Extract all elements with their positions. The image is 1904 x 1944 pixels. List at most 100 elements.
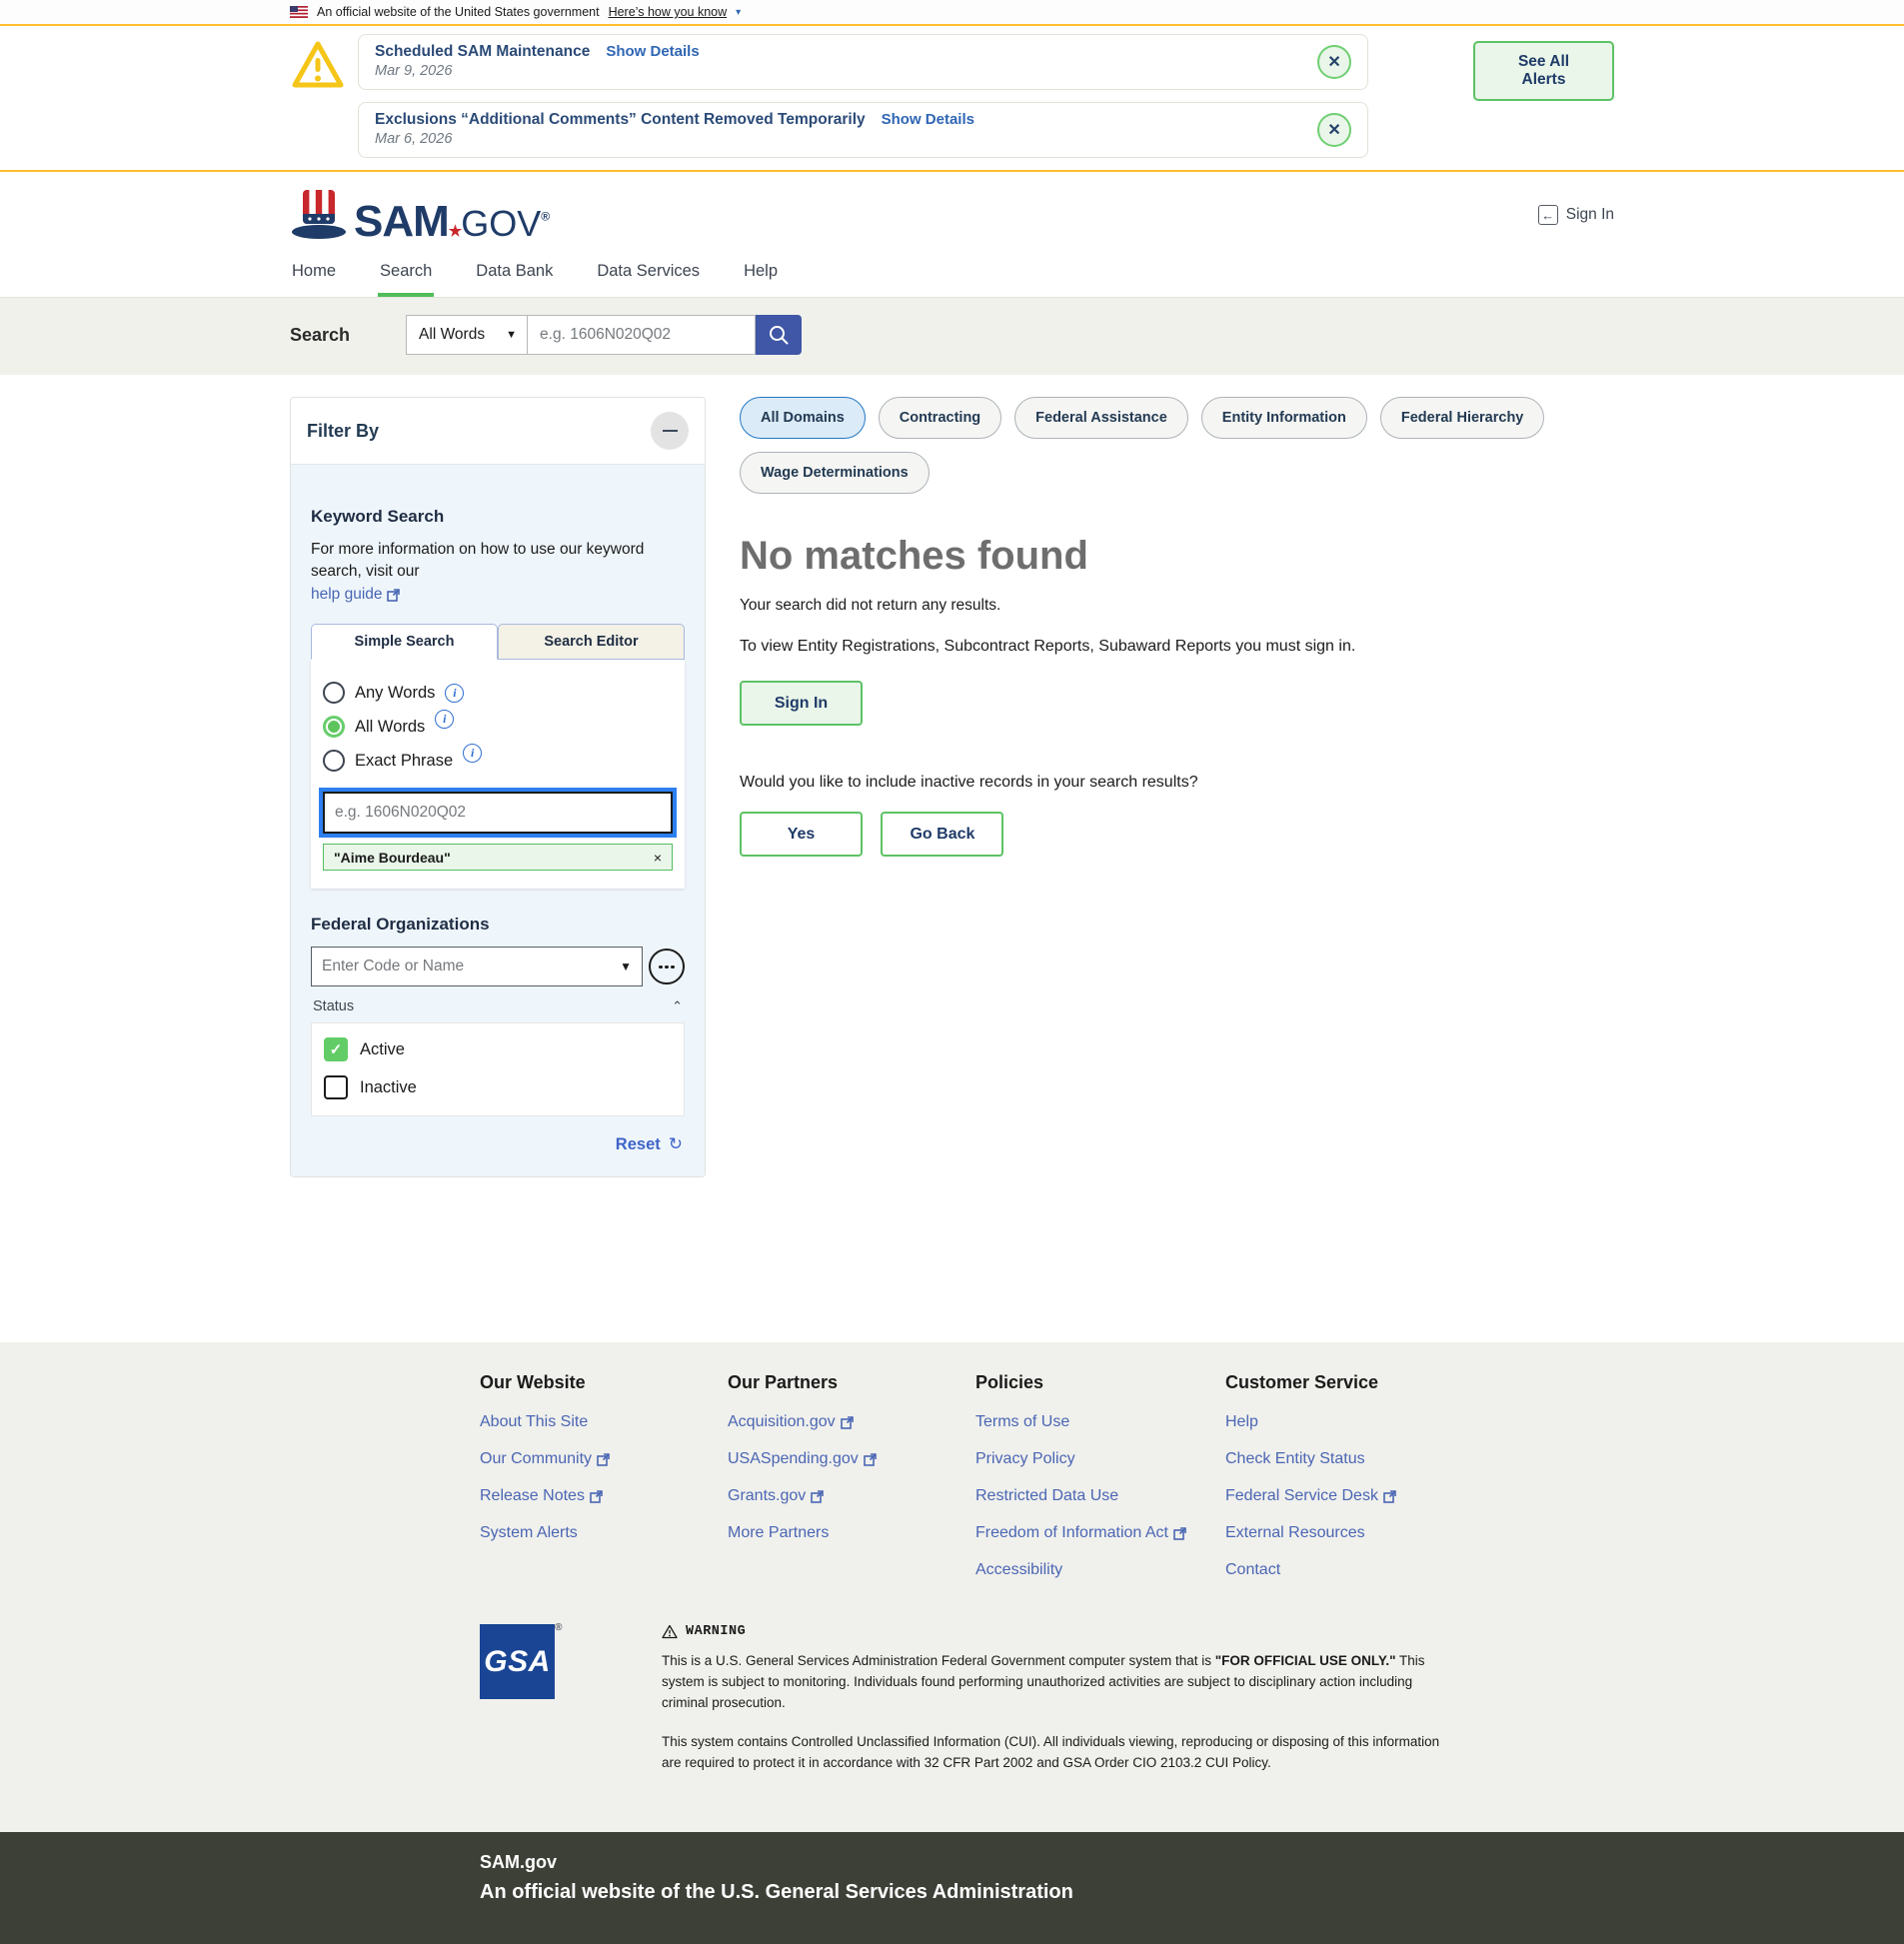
close-icon[interactable]: ✕ (1317, 113, 1351, 147)
status-active-option[interactable]: ✓ Active (324, 1037, 672, 1061)
gsa-logo-text: GSA (484, 1645, 551, 1679)
chevron-up-icon[interactable]: ⌃ (672, 998, 683, 1014)
footer-link-release-notes[interactable]: Release Notes (480, 1487, 728, 1505)
footer-link-our-community[interactable]: Our Community (480, 1450, 728, 1468)
footer-link-restricted-data-use[interactable]: Restricted Data Use (975, 1487, 1225, 1505)
nav-item-help[interactable]: Help (742, 252, 780, 297)
footer-link-label: Acquisition.gov (728, 1413, 836, 1431)
site-header: SAM★GOV® ← Sign In (0, 172, 1904, 252)
footer-link-accessibility[interactable]: Accessibility (975, 1561, 1225, 1579)
footer-link-usaspending-gov[interactable]: USASpending.gov (728, 1450, 975, 1468)
status-inactive-option[interactable]: Inactive (324, 1075, 672, 1099)
footer-link-grants-gov[interactable]: Grants.gov (728, 1487, 975, 1505)
search-icon (768, 324, 790, 346)
footer-link-system-alerts[interactable]: System Alerts (480, 1524, 728, 1542)
see-all-alerts-button[interactable]: See All Alerts (1473, 41, 1614, 101)
checkbox-checked-icon[interactable]: ✓ (324, 1037, 348, 1061)
pill-wage-determinations[interactable]: Wage Determinations (740, 452, 930, 494)
alerts-section: Scheduled SAM Maintenance Show Details M… (0, 26, 1904, 172)
chip-remove-icon[interactable]: × (654, 850, 662, 866)
external-link-icon (811, 1490, 824, 1503)
uncle-sam-hat-icon (290, 188, 348, 242)
close-icon[interactable]: ✕ (1317, 45, 1351, 79)
footer-link-check-entity-status[interactable]: Check Entity Status (1225, 1450, 1525, 1468)
gov-banner-text: An official website of the United States… (317, 5, 600, 19)
info-icon[interactable]: i (445, 684, 464, 703)
main-content: Filter By Keyword Search For more inform… (0, 375, 1904, 1342)
search-mode-select[interactable]: All Words ▼ (406, 315, 528, 355)
alert-card-exclusions: Exclusions “Additional Comments” Content… (358, 102, 1368, 158)
reset-icon[interactable]: ↻ (669, 1134, 683, 1154)
alert-list: Scheduled SAM Maintenance Show Details M… (358, 34, 1368, 158)
radio-any-words[interactable] (323, 682, 345, 704)
status-active-label: Active (360, 1040, 405, 1059)
checkbox-unchecked-icon[interactable] (324, 1075, 348, 1099)
yes-button[interactable]: Yes (740, 812, 863, 857)
nav-item-data-bank[interactable]: Data Bank (474, 252, 555, 297)
help-guide-label: help guide (311, 584, 383, 606)
show-details-link[interactable]: Show Details (606, 43, 699, 60)
how-you-know-link[interactable]: Here’s how you know (609, 5, 728, 19)
warning-paragraph-1: This is a U.S. General Services Administ… (662, 1651, 1461, 1714)
show-details-link[interactable]: Show Details (882, 111, 974, 128)
footer-link-acquisition-gov[interactable]: Acquisition.gov (728, 1413, 975, 1431)
search-input[interactable] (528, 315, 756, 355)
radio-exact-phrase[interactable] (323, 750, 345, 772)
pill-federal-assistance[interactable]: Federal Assistance (1014, 397, 1188, 439)
collapse-filters-button[interactable] (651, 412, 689, 450)
footer-link-label: Accessibility (975, 1561, 1062, 1579)
nav-item-data-services[interactable]: Data Services (595, 252, 702, 297)
tab-simple-search[interactable]: Simple Search (311, 624, 498, 660)
footer-link-contact[interactable]: Contact (1225, 1561, 1525, 1579)
identifier-site-name: SAM.gov (480, 1852, 1614, 1873)
footer-link-label: Privacy Policy (975, 1450, 1075, 1468)
footer-link-about-this-site[interactable]: About This Site (480, 1413, 728, 1431)
federal-org-select[interactable]: Enter Code or Name ▼ (311, 947, 643, 986)
footer-link-label: More Partners (728, 1524, 829, 1542)
info-icon[interactable]: i (435, 710, 454, 729)
nav-item-home[interactable]: Home (290, 252, 338, 297)
sign-in-button[interactable]: Sign In (740, 681, 863, 726)
more-options-button[interactable] (649, 949, 685, 984)
help-guide-link[interactable]: help guide (311, 584, 400, 606)
include-inactive-question: Would you like to include inactive recor… (740, 774, 1614, 792)
radio-all-words[interactable] (323, 716, 345, 738)
pill-entity-information[interactable]: Entity Information (1201, 397, 1367, 439)
reset-filters-link[interactable]: Reset (616, 1135, 661, 1154)
footer-link-foia[interactable]: Freedom of Information Act (975, 1524, 1225, 1542)
footer-link-help[interactable]: Help (1225, 1413, 1525, 1431)
footer-link-label: USASpending.gov (728, 1450, 859, 1468)
keyword-help-text: For more information on how to use our k… (311, 541, 644, 580)
external-link-icon (387, 589, 400, 602)
external-link-icon (1383, 1490, 1396, 1503)
status-section-label: Status (313, 998, 354, 1014)
footer-link-label: About This Site (480, 1413, 588, 1431)
sam-gov-logo[interactable]: SAM★GOV® (290, 188, 549, 242)
nav-item-search[interactable]: Search (378, 252, 434, 297)
pill-all-domains[interactable]: All Domains (740, 397, 866, 439)
pill-federal-hierarchy[interactable]: Federal Hierarchy (1380, 397, 1545, 439)
footer-link-label: System Alerts (480, 1524, 578, 1542)
footer-link-more-partners[interactable]: More Partners (728, 1524, 975, 1542)
results-section: All Domains Contracting Federal Assistan… (740, 397, 1614, 857)
footer-link-label: Help (1225, 1413, 1258, 1431)
search-button[interactable] (756, 315, 802, 355)
footer-col-our-partners: Our Partners Acquisition.gov USASpending… (728, 1372, 975, 1598)
footer-link-terms-of-use[interactable]: Terms of Use (975, 1413, 1225, 1431)
header-sign-in-link[interactable]: ← Sign In (1538, 205, 1614, 225)
keyword-input[interactable] (323, 792, 673, 834)
tab-search-editor[interactable]: Search Editor (498, 624, 685, 660)
footer-link-external-resources[interactable]: External Resources (1225, 1524, 1525, 1542)
footer-col-our-website: Our Website About This Site Our Communit… (480, 1372, 728, 1598)
footer-link-privacy-policy[interactable]: Privacy Policy (975, 1450, 1225, 1468)
pill-contracting[interactable]: Contracting (879, 397, 1001, 439)
alert-title: Exclusions “Additional Comments” Content… (375, 111, 866, 129)
footer-heading: Our Partners (728, 1372, 975, 1393)
footer-link-federal-service-desk[interactable]: Federal Service Desk (1225, 1487, 1525, 1505)
logo-gov-text: GOV (461, 203, 541, 244)
footer-link-label: External Resources (1225, 1524, 1365, 1542)
go-back-button[interactable]: Go Back (881, 812, 1003, 857)
info-icon[interactable]: i (463, 744, 482, 763)
radio-exact-phrase-label: Exact Phrase (355, 752, 453, 771)
keyword-search-heading: Keyword Search (311, 507, 685, 527)
